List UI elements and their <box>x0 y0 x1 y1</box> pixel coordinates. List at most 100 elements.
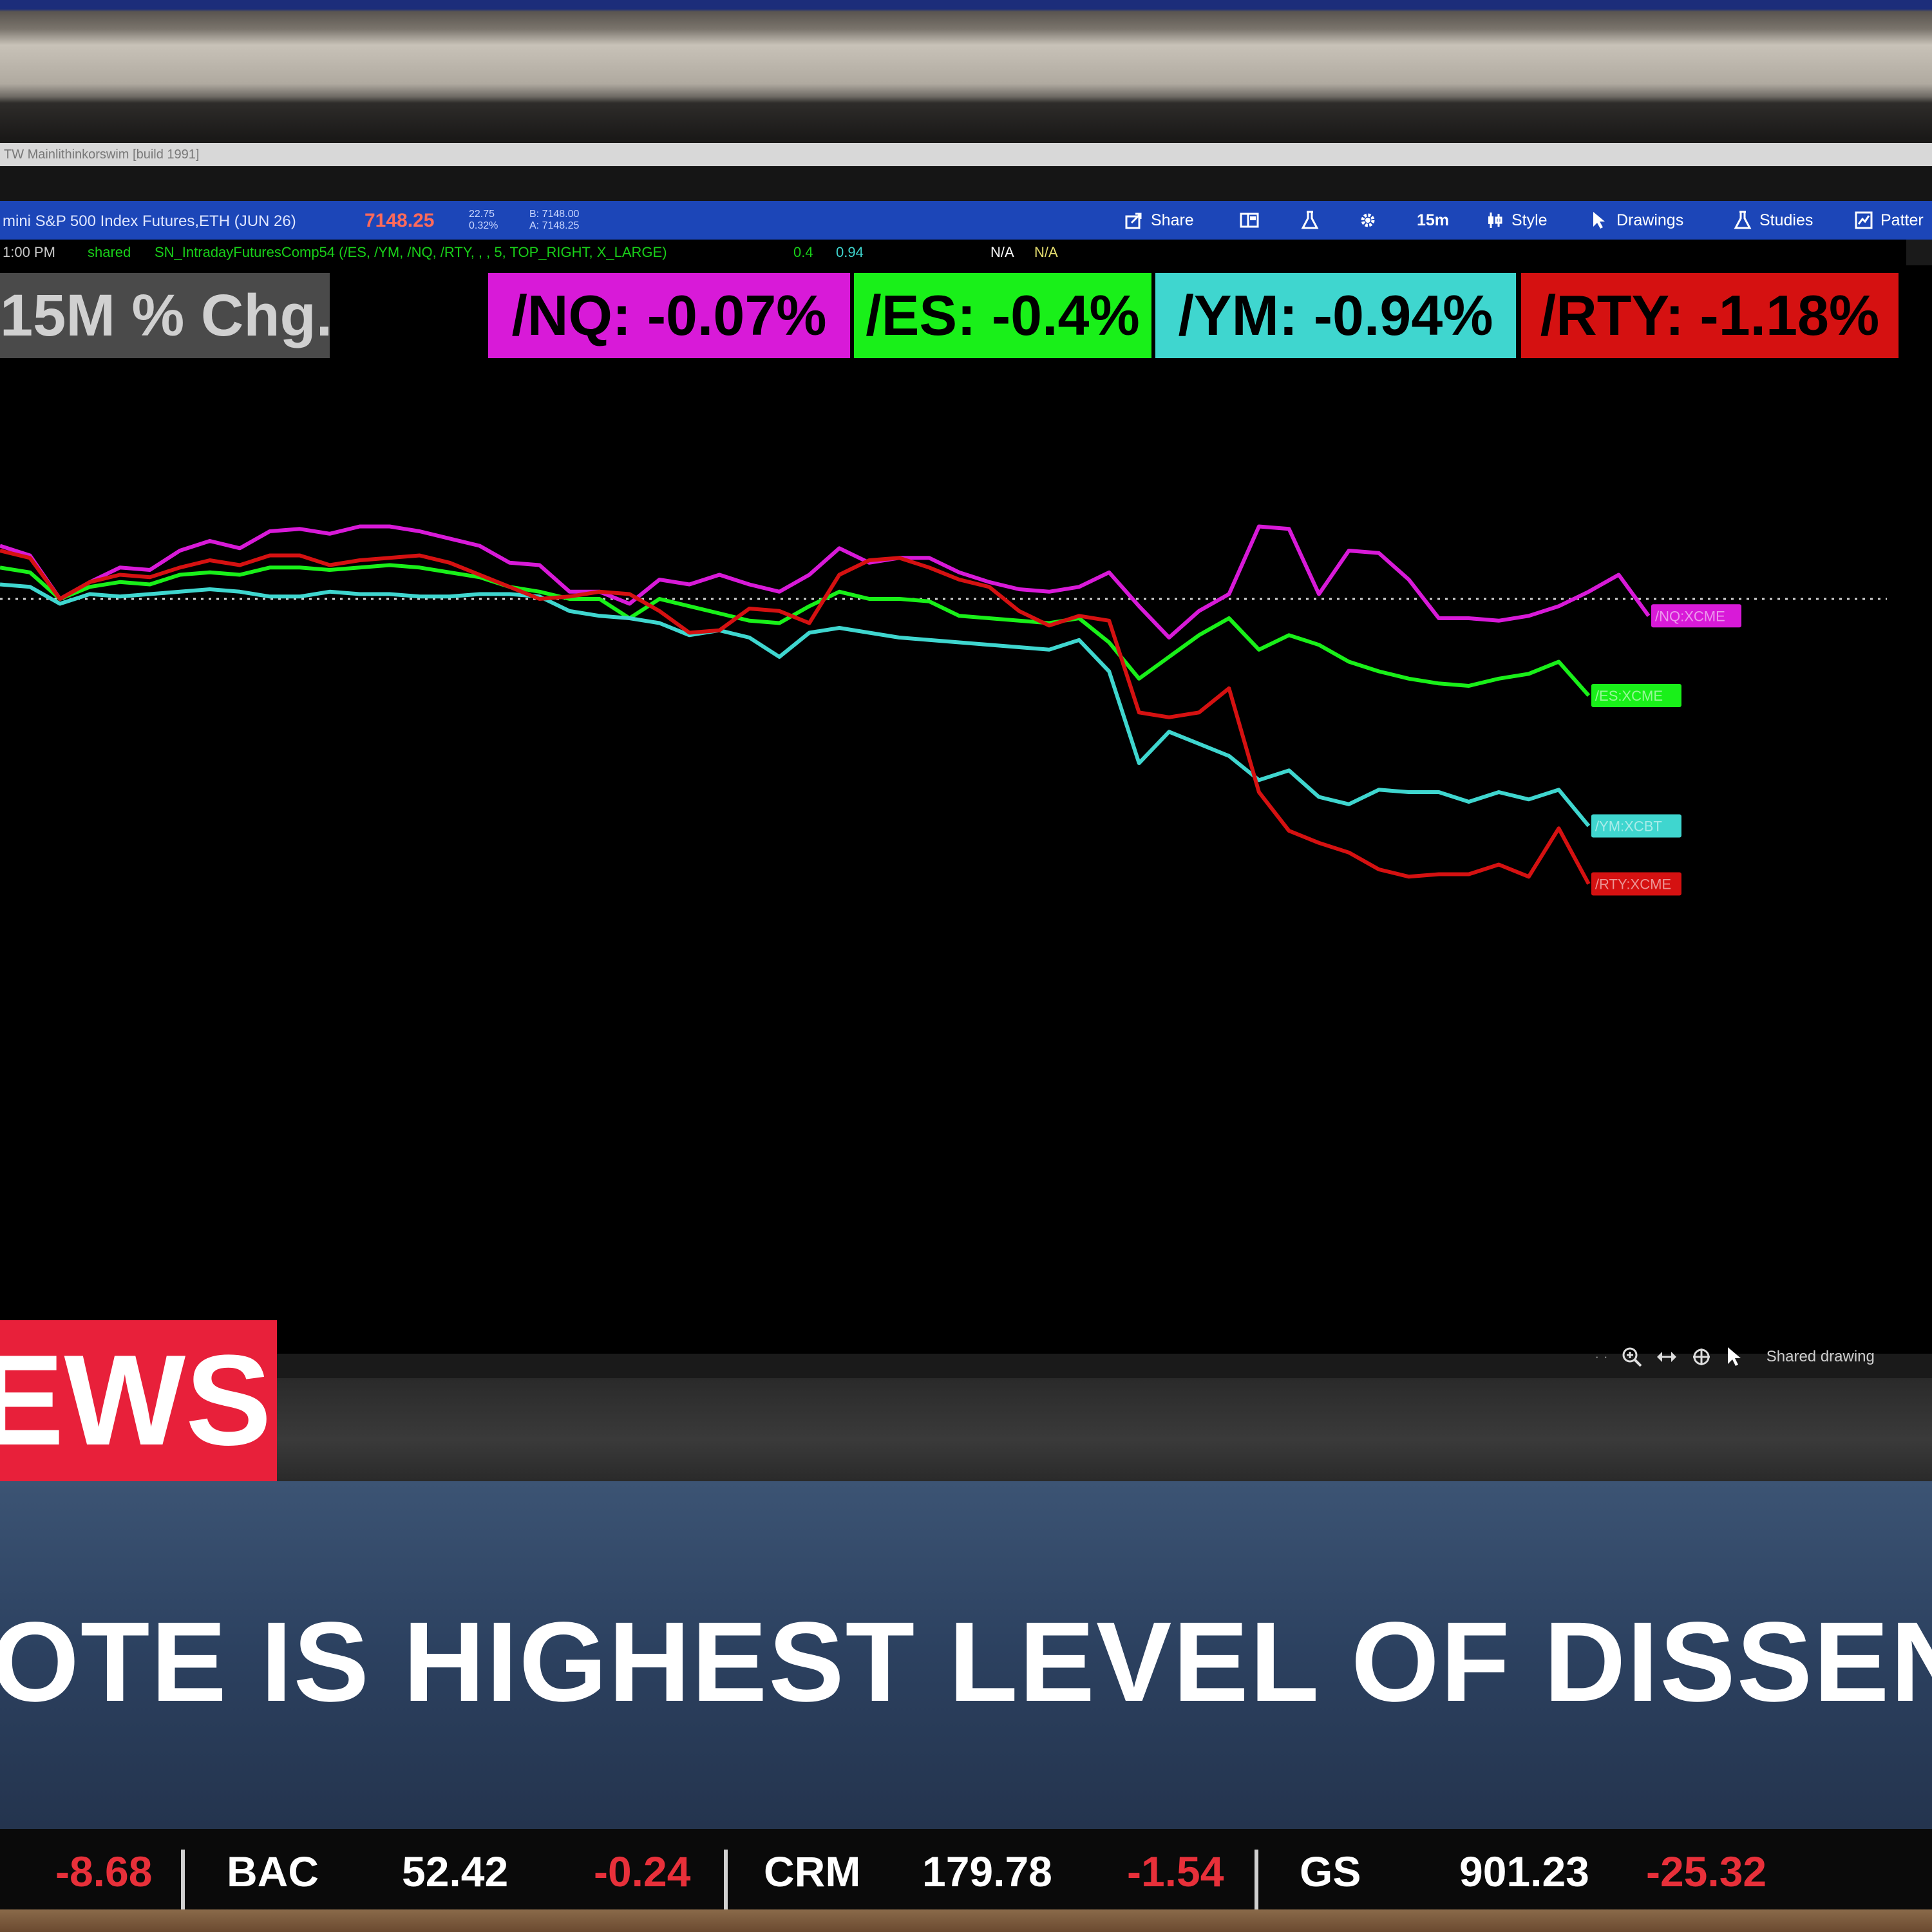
x-tick-label: 4 <box>799 1325 808 1344</box>
study-na-2: N/A <box>1034 244 1058 260</box>
x-tick-label: Wed <box>428 1325 462 1344</box>
ticker-price: 179.78 <box>922 1848 1052 1895</box>
chart-caption-text: 15M % Chg. <box>0 283 330 348</box>
x-tick-label: 13 <box>1638 1325 1657 1344</box>
window-chrome-gap <box>0 166 1932 201</box>
series-line-3[interactable] <box>0 549 1591 885</box>
flask-icon <box>1301 211 1319 229</box>
x-tick-label: 7 <box>1079 1325 1088 1344</box>
chart-area[interactable]: /NQ:XCME/ES:XCME/YM:XCBT/RTY:XCME0.60.50… <box>0 265 1932 1354</box>
percent-change: 0.32% <box>469 220 498 231</box>
study-value-1: 0.4 <box>793 244 813 260</box>
chart-plot[interactable]: /NQ:XCME/ES:XCME/YM:XCBT/RTY:XCME0.60.50… <box>0 265 1932 1354</box>
badge-rty: /RTY: -1.18% <box>1521 273 1899 358</box>
flask-button[interactable] <box>1300 207 1320 233</box>
window-title-bar: TW Mainlithinkorswim [build 1991] <box>0 143 1932 166</box>
x-tick-label: 9 <box>1264 1325 1273 1344</box>
badge-es: /ES: -0.4% <box>854 273 1151 358</box>
ticker-change: -8.68 <box>55 1848 153 1895</box>
desk-edge <box>0 1909 1932 1932</box>
settings-button[interactable] <box>1358 207 1378 233</box>
x-tick-label: 6 <box>985 1325 994 1344</box>
studies-label: Studies <box>1759 211 1814 229</box>
ticker-change: -25.32 <box>1646 1848 1767 1895</box>
share-icon <box>1125 213 1142 229</box>
x-tick-label: 5 <box>892 1325 901 1344</box>
study-time: 1:00 PM <box>3 244 55 260</box>
series-end-label-text-0: /NQ:XCME <box>1655 608 1725 624</box>
badge-ym-text: /YM: -0.94% <box>1178 283 1493 347</box>
share-button[interactable]: Share <box>1124 207 1194 233</box>
study-value-2: 0.94 <box>836 244 864 260</box>
x-tick-label: 14 <box>1731 1325 1750 1344</box>
study-na-1: N/A <box>990 244 1014 260</box>
ticker-symbol: CRM <box>764 1848 861 1895</box>
quote-change: 22.75 0.32% <box>469 209 498 232</box>
pan-horizontal-icon[interactable] <box>1656 1346 1678 1368</box>
x-tick-label: 2 <box>612 1325 621 1344</box>
bid-ask: B: 7148.00 A: 7148.25 <box>529 209 579 232</box>
series-end-label-text-1: /ES:XCME <box>1595 688 1663 704</box>
patterns-icon <box>1855 211 1873 229</box>
x-tick-label: 15 <box>1824 1325 1842 1344</box>
x-tick-label: 12 <box>1544 1325 1563 1344</box>
window-title: TW Mainlithinkorswim [build 1991] <box>4 147 200 162</box>
drawings-label: Drawings <box>1616 211 1684 229</box>
ticker-change: -1.54 <box>1127 1848 1224 1895</box>
badge-nq-text: /NQ: -0.07% <box>511 283 827 347</box>
series-line-2[interactable] <box>0 582 1591 828</box>
ticker-symbol: BAC <box>227 1848 319 1895</box>
style-label: Style <box>1511 211 1548 229</box>
ticker-separator <box>181 1850 185 1911</box>
symbol-description[interactable]: mini S&P 500 Index Futures,ETH (JUN 26) <box>3 213 296 231</box>
news-bug-text: EWS <box>0 1329 272 1472</box>
crosshair-icon[interactable] <box>1690 1346 1712 1368</box>
chart-caption: 15M % Chg. <box>0 273 330 358</box>
x-tick-label: 3 <box>706 1325 715 1344</box>
chart-toolbar: mini S&P 500 Index Futures,ETH (JUN 26) … <box>0 201 1932 240</box>
study-shared-label: shared <box>88 244 131 260</box>
price-axis[interactable] <box>1900 265 1932 1354</box>
bid-price: B: 7148.00 <box>529 209 580 220</box>
scroll-dots-icon[interactable]: · · <box>1595 1349 1608 1365</box>
gear-icon <box>1361 213 1375 227</box>
study-info-bar: 1:00 PM shared SN_IntradayFuturesComp54 … <box>0 240 1906 265</box>
zoom-icon[interactable] <box>1621 1346 1643 1368</box>
x-tick-label: 23 <box>334 1325 352 1344</box>
news-headline: OTE IS HIGHEST LEVEL OF DISSENT SI <box>0 1597 1932 1727</box>
drawings-menu[interactable]: Drawings <box>1589 207 1683 233</box>
shared-drawings-label[interactable]: Shared drawing <box>1766 1348 1875 1366</box>
x-tick-label: 1 <box>520 1325 529 1344</box>
x-tick-label: 8 <box>1171 1325 1180 1344</box>
candle-icon <box>1488 213 1502 228</box>
patterns-label: Patter <box>1880 211 1924 229</box>
badge-ym: /YM: -0.94% <box>1155 273 1516 358</box>
studies-flask-icon <box>1734 211 1752 229</box>
patterns-menu[interactable]: Patter <box>1853 207 1924 233</box>
series-end-label-text-3: /RTY:XCME <box>1595 876 1671 893</box>
badge-es-text: /ES: -0.4% <box>866 283 1140 347</box>
study-name[interactable]: SN_IntradayFuturesComp54 (/ES, /YM, /NQ,… <box>155 240 667 265</box>
cursor-icon <box>1593 212 1605 229</box>
ticker-price: 52.42 <box>402 1848 509 1895</box>
timeframe-label: 15m <box>1417 211 1450 229</box>
news-headline-text: OTE IS HIGHEST LEVEL OF DISSENT SI <box>0 1599 1932 1725</box>
ticker-price: 901.23 <box>1459 1848 1589 1895</box>
monitor-top-frame <box>0 0 1932 143</box>
x-tick-label: 11 <box>1452 1325 1470 1344</box>
series-line-0[interactable] <box>0 524 1651 639</box>
grid-icon <box>1240 213 1259 228</box>
news-bug: EWS <box>0 1320 277 1481</box>
ticker-symbol: GS <box>1300 1848 1361 1895</box>
last-price: 7148.25 <box>365 210 435 231</box>
grid-button[interactable] <box>1239 207 1260 233</box>
ticker-change: -0.24 <box>594 1848 691 1895</box>
badge-rty-text: /RTY: -1.18% <box>1540 283 1880 347</box>
x-tick-label: 10 <box>1359 1325 1378 1344</box>
monitor-lower-frame <box>0 1378 1932 1481</box>
pointer-icon[interactable] <box>1725 1346 1745 1368</box>
style-menu[interactable]: Style <box>1484 207 1548 233</box>
series-end-label-text-2: /YM:XCBT <box>1595 819 1662 835</box>
studies-menu[interactable]: Studies <box>1732 207 1813 233</box>
timeframe-selector[interactable]: 15m <box>1417 207 1449 233</box>
